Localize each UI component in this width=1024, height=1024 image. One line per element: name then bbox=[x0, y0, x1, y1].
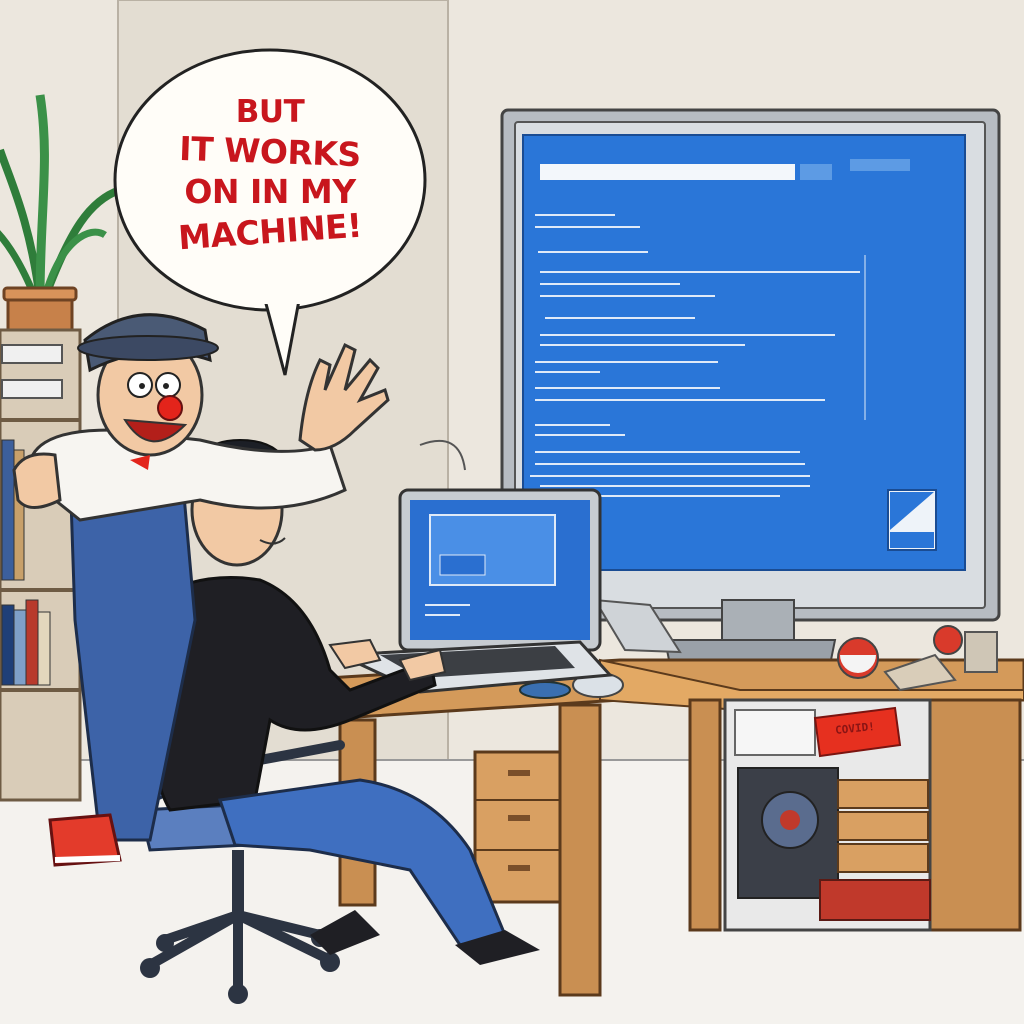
speech-line: BUT bbox=[235, 94, 305, 130]
speech-line: IT WORKS bbox=[178, 128, 362, 175]
bookshelf-icon bbox=[0, 328, 82, 802]
speech-line: MACHINE! bbox=[176, 205, 363, 258]
speech-bubble-text: BUT IT WORKS ON IN MY MACHINE! bbox=[150, 92, 390, 257]
drawer-cabinet-icon bbox=[473, 750, 562, 904]
